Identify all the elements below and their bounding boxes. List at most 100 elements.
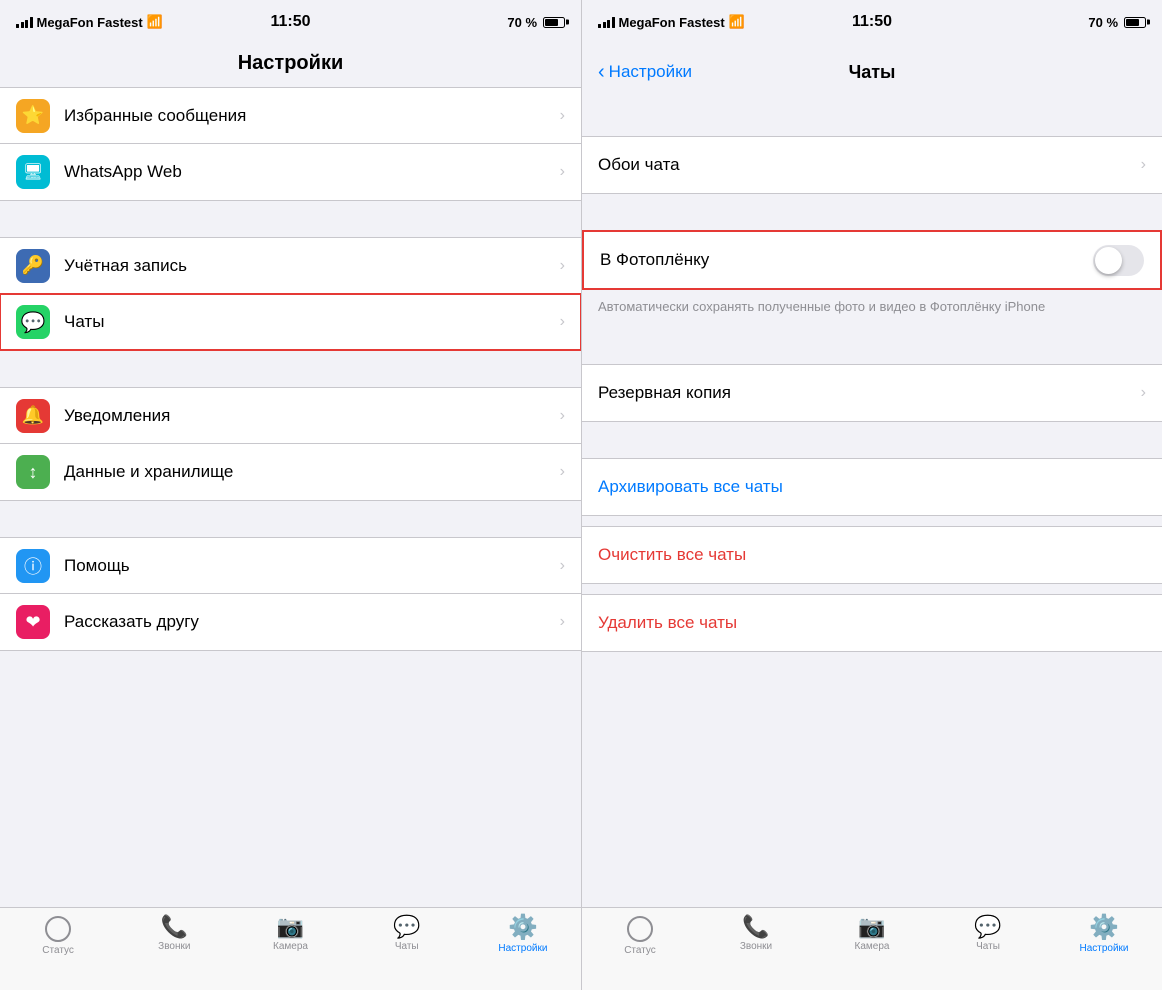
right-calls-tab-icon: 📞 bbox=[742, 916, 769, 938]
left-divider-3 bbox=[0, 501, 581, 537]
data-chevron: › bbox=[560, 463, 565, 481]
whatsapp-web-chevron: › bbox=[560, 163, 565, 181]
sidebar-item-whatsapp-web[interactable]: 🖥 WhatsApp Web › bbox=[0, 144, 581, 200]
wallpaper-label: Обои чата bbox=[598, 155, 1141, 175]
tab-status[interactable]: Статус bbox=[0, 916, 116, 956]
tab-status-label: Статус bbox=[42, 945, 74, 956]
sidebar-item-account[interactable]: 🔑 Учётная запись › bbox=[0, 238, 581, 294]
delete-chats-section: Удалить все чаты bbox=[582, 594, 1162, 652]
left-battery-pct: 70 % bbox=[507, 15, 537, 30]
data-icon: ↕ bbox=[16, 455, 50, 489]
wallpaper-item[interactable]: Обои чата › bbox=[582, 137, 1162, 193]
delete-all-chats-button[interactable]: Удалить все чаты bbox=[582, 595, 1162, 651]
right-status-bar: MegaFon Fastest 📶 11:50 70 % bbox=[582, 0, 1162, 44]
account-chevron: › bbox=[560, 257, 565, 275]
right-status-tab-icon bbox=[627, 916, 653, 942]
right-camera-tab-icon: 📷 bbox=[858, 916, 885, 938]
chats-icon: 💬 bbox=[16, 305, 50, 339]
right-tab-camera[interactable]: 📷 Камера bbox=[814, 916, 930, 952]
tab-chats-label: Чаты bbox=[395, 941, 419, 952]
sidebar-item-help[interactable]: ⓘ Помощь › bbox=[0, 538, 581, 594]
right-status-right: 70 % bbox=[1088, 15, 1146, 30]
account-label: Учётная запись bbox=[64, 256, 554, 276]
whatsapp-web-icon: 🖥 bbox=[16, 155, 50, 189]
clear-all-chats-button[interactable]: Очистить все чаты bbox=[582, 527, 1162, 583]
save-to-camera-toggle[interactable] bbox=[1093, 245, 1144, 276]
left-section-2: 🔑 Учётная запись › 💬 Чаты › bbox=[0, 237, 581, 351]
left-time: 11:50 bbox=[270, 13, 310, 31]
chats-tab-icon: 💬 bbox=[393, 916, 420, 938]
archive-all-chats-label: Архивировать все чаты bbox=[598, 477, 783, 497]
save-to-camera-label: В Фотоплёнку bbox=[600, 250, 1093, 270]
sidebar-item-tell-friend[interactable]: ❤ Рассказать другу › bbox=[0, 594, 581, 650]
status-tab-icon bbox=[45, 916, 71, 942]
right-gap-6 bbox=[582, 584, 1162, 594]
sidebar-item-chats[interactable]: 💬 Чаты › bbox=[0, 294, 581, 350]
right-chats-tab-icon: 💬 bbox=[974, 916, 1001, 938]
back-button[interactable]: ‹ Настройки bbox=[598, 61, 692, 84]
right-gap-1 bbox=[582, 100, 1162, 136]
right-signal-bars bbox=[598, 17, 615, 28]
notifications-label: Уведомления bbox=[64, 406, 554, 426]
right-tab-camera-label: Камера bbox=[855, 941, 890, 952]
right-gap-4 bbox=[582, 422, 1162, 458]
sidebar-item-notifications[interactable]: 🔔 Уведомления › bbox=[0, 388, 581, 444]
tell-friend-icon: ❤ bbox=[16, 605, 50, 639]
right-tab-settings-label: Настройки bbox=[1079, 943, 1128, 954]
right-phone-panel: MegaFon Fastest 📶 11:50 70 % ‹ Настройки… bbox=[581, 0, 1162, 990]
tab-calls-label: Звонки bbox=[158, 941, 190, 952]
favorites-icon: ⭐ bbox=[16, 99, 50, 133]
right-tab-status-label: Статус bbox=[624, 945, 656, 956]
right-carrier-text: MegaFon Fastest bbox=[619, 15, 725, 30]
tab-chats[interactable]: 💬 Чаты bbox=[349, 916, 465, 952]
backup-label: Резервная копия bbox=[598, 383, 1141, 403]
right-tab-bar: Статус 📞 Звонки 📷 Камера 💬 Чаты ⚙️ Настр… bbox=[582, 907, 1162, 990]
right-tab-calls[interactable]: 📞 Звонки bbox=[698, 916, 814, 952]
archive-all-chats-button[interactable]: Архивировать все чаты bbox=[582, 459, 1162, 515]
tab-settings-active[interactable]: ⚙️ Настройки bbox=[465, 916, 581, 954]
sidebar-item-data[interactable]: ↕ Данные и хранилище › bbox=[0, 444, 581, 500]
left-page-title-bar: Настройки bbox=[0, 44, 581, 87]
left-wifi-icon: 📶 bbox=[147, 14, 163, 30]
left-section-3: 🔔 Уведомления › ↕ Данные и хранилище › bbox=[0, 387, 581, 501]
back-label: Настройки bbox=[609, 62, 692, 82]
right-page-title: Чаты bbox=[849, 62, 896, 83]
signal-bars bbox=[16, 17, 33, 28]
help-chevron: › bbox=[560, 557, 565, 575]
clear-chats-section: Очистить все чаты bbox=[582, 526, 1162, 584]
right-content-area: Обои чата › В Фотоплёнку Автоматически с… bbox=[582, 100, 1162, 990]
backup-section: Резервная копия › bbox=[582, 364, 1162, 422]
left-divider-2 bbox=[0, 351, 581, 387]
delete-all-chats-label: Удалить все чаты bbox=[598, 613, 737, 633]
camera-tab-icon: 📷 bbox=[277, 916, 304, 938]
right-tab-chats-label: Чаты bbox=[976, 941, 1000, 952]
left-carrier-text: MegaFon Fastest bbox=[37, 15, 143, 30]
right-tab-settings-active[interactable]: ⚙️ Настройки bbox=[1046, 916, 1162, 954]
settings-tab-icon: ⚙️ bbox=[508, 916, 538, 940]
clear-all-chats-label: Очистить все чаты bbox=[598, 545, 746, 565]
left-status-bar: MegaFon Fastest 📶 11:50 70 % bbox=[0, 0, 581, 44]
help-label: Помощь bbox=[64, 556, 554, 576]
notifications-chevron: › bbox=[560, 407, 565, 425]
right-gap-3 bbox=[582, 328, 1162, 364]
wallpaper-chevron: › bbox=[1141, 156, 1146, 174]
right-tab-chats[interactable]: 💬 Чаты bbox=[930, 916, 1046, 952]
right-time: 11:50 bbox=[852, 13, 892, 31]
right-tab-status[interactable]: Статус bbox=[582, 916, 698, 956]
tab-calls[interactable]: 📞 Звонки bbox=[116, 916, 232, 952]
tab-camera-label: Камера bbox=[273, 941, 308, 952]
sidebar-item-favorites[interactable]: ⭐ Избранные сообщения › bbox=[0, 88, 581, 144]
tab-camera[interactable]: 📷 Камера bbox=[232, 916, 348, 952]
account-icon: 🔑 bbox=[16, 249, 50, 283]
save-to-camera-description: Автоматически сохранять полученные фото … bbox=[582, 290, 1162, 328]
left-battery-icon bbox=[543, 17, 565, 28]
right-wifi-icon: 📶 bbox=[729, 14, 745, 30]
left-phone-panel: MegaFon Fastest 📶 11:50 70 % Настройки ⭐… bbox=[0, 0, 581, 990]
right-gap-5 bbox=[582, 516, 1162, 526]
whatsapp-web-label: WhatsApp Web bbox=[64, 162, 554, 182]
tab-settings-label: Настройки bbox=[498, 943, 547, 954]
right-nav-bar: ‹ Настройки Чаты bbox=[582, 44, 1162, 100]
backup-item[interactable]: Резервная копия › bbox=[582, 365, 1162, 421]
favorites-chevron: › bbox=[560, 107, 565, 125]
right-battery-pct: 70 % bbox=[1088, 15, 1118, 30]
